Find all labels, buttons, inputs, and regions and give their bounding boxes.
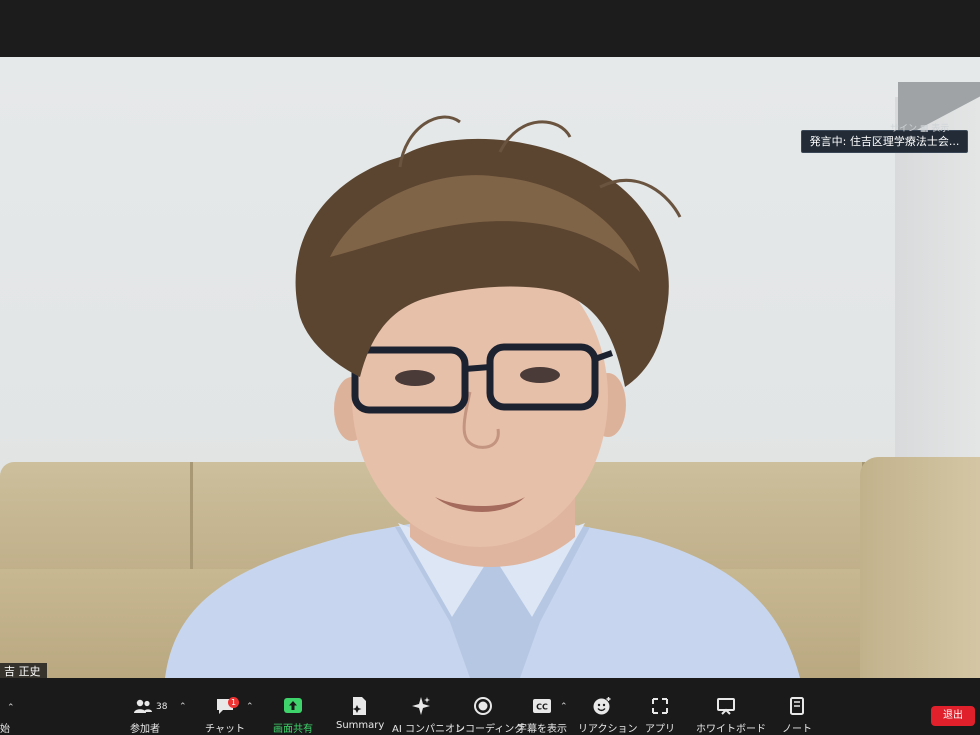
view-controls[interactable]: サイン ▦ 表示 [890, 121, 949, 134]
chevron-up-icon[interactable]: ⌃ [246, 702, 254, 712]
ai-companion-button[interactable]: AI コンパニオン [392, 678, 465, 735]
svg-text:CC: CC [536, 703, 548, 712]
chevron-up-icon[interactable]: ⌃ [179, 702, 187, 712]
share-screen-button[interactable]: 画面共有 [270, 678, 316, 735]
notes-label: ノート [782, 724, 812, 735]
whiteboard-label: ホワイトボード [696, 724, 766, 735]
apps-label: アプリ [645, 724, 675, 735]
record-label: レコーディング [455, 724, 525, 735]
record-button[interactable]: レコーディング [455, 678, 525, 735]
people-icon [134, 699, 152, 713]
apps-button[interactable]: アプリ [640, 678, 680, 735]
notes-button[interactable]: ノート [777, 678, 817, 735]
reactions-label: リアクション [578, 724, 638, 735]
participants-button[interactable]: 38 参加者 [125, 678, 168, 735]
ai-sparkle-icon [412, 697, 430, 715]
whiteboard-icon [717, 698, 735, 715]
participant-count: 38 [156, 702, 168, 712]
cc-icon: CC [533, 699, 551, 713]
meeting-toolbar: ⌃ 始 38 参加者 ⌃ 1 チャット ⌃ 画面共有 Summary AI コン… [0, 678, 980, 735]
chat-button[interactable]: 1 チャット [205, 678, 245, 735]
summary-label: Summary [336, 720, 385, 731]
captions-label: 字幕を表示 [517, 724, 567, 735]
video-feed[interactable]: 発言中: 住吉区理学療法士会... サイン ▦ 表示 [0, 57, 980, 678]
summary-icon [352, 697, 366, 715]
whiteboard-button[interactable]: ホワイトボード [696, 678, 766, 735]
chevron-up-icon[interactable]: ⌃ [560, 702, 568, 712]
record-icon [474, 697, 492, 715]
leave-button[interactable]: 退出 [931, 706, 975, 726]
participants-label: 参加者 [130, 724, 160, 735]
notes-icon [790, 697, 804, 715]
ai-companion-label: AI コンパニオン [392, 724, 465, 735]
top-bar [0, 0, 980, 57]
apps-icon [652, 698, 668, 714]
chevron-up-icon[interactable]: ⌃ [7, 703, 15, 713]
chat-label: チャット [205, 724, 245, 735]
reactions-button[interactable]: リアクション [578, 678, 638, 735]
summary-button[interactable]: Summary [336, 678, 385, 735]
share-screen-label: 画面共有 [273, 724, 313, 735]
smiley-icon [593, 697, 611, 715]
toolbar-cut-label: 始 [0, 724, 10, 735]
share-screen-icon [284, 698, 302, 713]
chat-unread-badge: 1 [228, 697, 239, 708]
